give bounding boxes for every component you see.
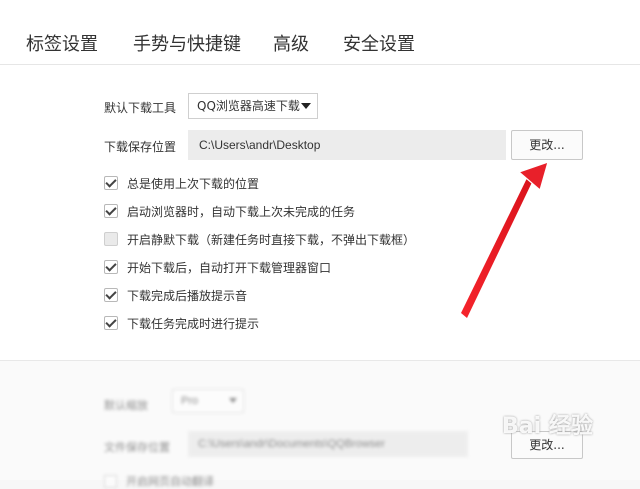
option-label: 下载完成后播放提示音 (127, 289, 248, 303)
download-tool-label: 默认下载工具 (104, 101, 177, 115)
tab-gestures-shortcuts[interactable]: 手势与快捷键 (133, 30, 241, 56)
download-tool-select[interactable]: QQ浏览器高速下载 (188, 93, 318, 119)
download-path-field[interactable]: C:\Users\andr\Desktop (188, 130, 506, 160)
lower-row1-value: Pro (181, 395, 199, 407)
checkbox-checked[interactable] (104, 204, 118, 218)
lower-row1-select[interactable]: Pro (172, 389, 244, 413)
settings-tab-bar: 标签设置 手势与快捷键 高级 安全设置 (0, 0, 640, 65)
lower-row2-label: 文件保存位置 (104, 441, 170, 454)
option-label: 下载任务完成时进行提示 (127, 317, 260, 331)
lower-row3-label: 开启网页自动翻译 (126, 476, 214, 488)
watermark-text: Bai 经验 (502, 414, 593, 439)
lower-row2-field[interactable]: C:\Users\andr\Documents\QQBrowser (188, 431, 468, 457)
checkbox-unchecked[interactable] (104, 475, 117, 488)
download-path-label: 下载保存位置 (104, 140, 177, 154)
download-tool-value: QQ浏览器高速下载 (197, 99, 300, 113)
tab-advanced[interactable]: 高级 (273, 30, 309, 56)
tab-tag-settings[interactable]: 标签设置 (26, 30, 98, 56)
dropdown-caret-icon (301, 103, 311, 109)
change-path-button[interactable]: 更改... (511, 130, 583, 160)
checkbox-checked[interactable] (104, 260, 118, 274)
checkbox-unchecked[interactable] (104, 232, 118, 246)
option-label: 开始下载后，自动打开下载管理器窗口 (127, 261, 332, 275)
option-label: 开启静默下载（新建任务时直接下载，不弹出下载框） (127, 233, 416, 247)
option-label: 总是使用上次下载的位置 (127, 177, 260, 191)
tab-security-settings[interactable]: 安全设置 (343, 30, 415, 56)
checkbox-checked[interactable] (104, 316, 118, 330)
lower-row1-label: 默认缩放 (104, 399, 148, 412)
checkbox-checked[interactable] (104, 288, 118, 302)
option-label: 启动浏览器时，自动下载上次未完成的任务 (127, 205, 356, 219)
checkbox-checked[interactable] (104, 176, 118, 190)
dropdown-caret-icon (229, 398, 237, 403)
